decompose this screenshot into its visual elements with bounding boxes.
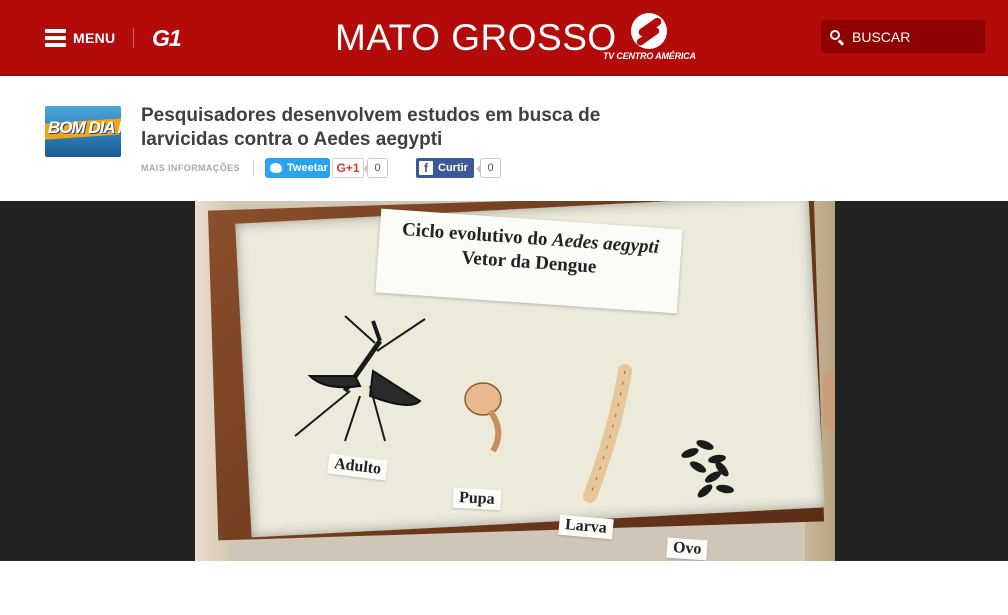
larva-illustration xyxy=(583,364,632,503)
affiliate-name: TV CENTRO AMÉRICA xyxy=(603,51,696,61)
facebook-like-count: 0 xyxy=(476,158,501,178)
top-header-bar: MENU G1 MATO GROSSO TV CENTRO AMÉRICA xyxy=(0,0,1008,76)
pupa-illustration xyxy=(464,382,502,453)
video-player-area: Ciclo evolutivo do Aedes aegypti Vetor d… xyxy=(0,201,1008,561)
search-icon[interactable] xyxy=(829,29,845,45)
mosquito-specimens xyxy=(294,315,734,503)
search-input[interactable] xyxy=(852,28,982,45)
tv-centro-america-logo[interactable]: TV CENTRO AMÉRICA xyxy=(603,13,698,63)
stage-label-egg: Ovo xyxy=(666,537,709,561)
article-headline: Pesquisadores desenvolvem estudos em bus… xyxy=(141,105,601,150)
facebook-like-label: Curtir xyxy=(438,162,468,174)
adult-mosquito-illustration xyxy=(294,315,426,442)
menu-button[interactable]: MENU xyxy=(45,27,115,49)
facebook-like-button[interactable]: f Curtir xyxy=(416,158,474,178)
search-box[interactable] xyxy=(821,20,985,53)
program-thumbnail-text: BOM DIA MT xyxy=(48,118,121,137)
menu-label: MENU xyxy=(73,30,116,46)
eggs-illustration xyxy=(681,440,734,498)
tweet-label: Tweetar xyxy=(287,162,328,174)
twitter-bird-icon xyxy=(270,163,282,173)
header-divider xyxy=(133,28,134,48)
region-title[interactable]: MATO GROSSO xyxy=(335,17,617,59)
google-plus-count: 0 xyxy=(363,158,388,178)
tv-logo-emblem-icon xyxy=(631,13,667,49)
google-plus-button[interactable]: G+1 xyxy=(332,158,364,178)
tweet-button[interactable]: Tweetar xyxy=(265,158,330,178)
program-thumbnail[interactable]: BOM DIA MT xyxy=(45,106,121,157)
hamburger-menu-icon xyxy=(45,29,66,47)
video-player[interactable]: Ciclo evolutivo do Aedes aegypti Vetor d… xyxy=(195,201,835,561)
g1-logo[interactable]: G1 xyxy=(152,25,182,52)
stage-label-pupa: Pupa xyxy=(452,487,502,511)
more-info-link[interactable]: MAIS INFORMAÇÕES xyxy=(141,163,240,173)
share-divider xyxy=(253,160,254,176)
facebook-icon: f xyxy=(419,161,433,175)
